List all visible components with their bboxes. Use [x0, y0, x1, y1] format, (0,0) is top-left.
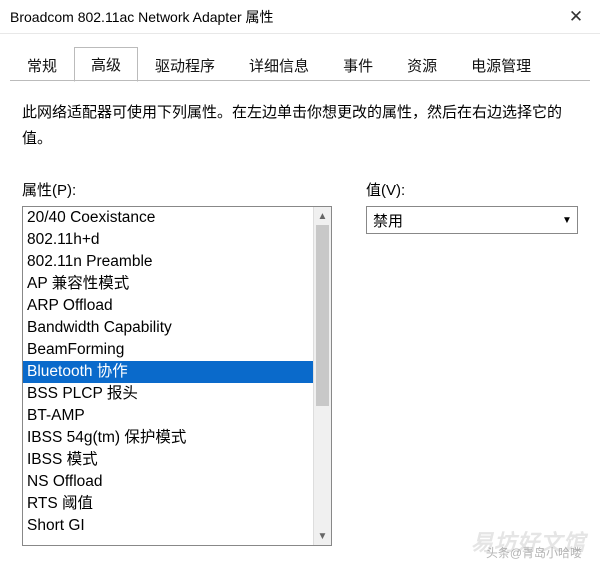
property-item[interactable]: BeamForming [23, 339, 313, 361]
property-item[interactable]: NS Offload [23, 471, 313, 493]
tab-underline [10, 80, 590, 81]
property-item[interactable]: ARP Offload [23, 295, 313, 317]
property-item[interactable]: AP 兼容性模式 [23, 273, 313, 295]
property-listbox[interactable]: 20/40 Coexistance802.11h+d802.11n Preamb… [22, 206, 332, 546]
window-title: Broadcom 802.11ac Network Adapter 属性 [10, 7, 274, 27]
description-text: 此网络适配器可使用下列属性。在左边单击你想更改的属性，然后在右边选择它的值。 [22, 100, 578, 151]
value-dropdown[interactable]: 禁用 ▼ [366, 206, 578, 234]
value-label: 值(V): [366, 179, 578, 200]
tab-3[interactable]: 详细信息 [232, 48, 326, 82]
property-item[interactable]: 20/40 Coexistance [23, 207, 313, 229]
scroll-down-icon[interactable]: ▼ [314, 527, 331, 545]
property-item[interactable]: 802.11h+d [23, 229, 313, 251]
tab-2[interactable]: 驱动程序 [138, 48, 232, 82]
property-item[interactable]: Short GI [23, 515, 313, 537]
property-item[interactable]: 802.11n Preamble [23, 251, 313, 273]
property-item[interactable]: Bluetooth 协作 [23, 361, 313, 383]
property-item[interactable]: BT-AMP [23, 405, 313, 427]
close-button[interactable]: ✕ [556, 2, 596, 32]
tab-strip: 常规高级驱动程序详细信息事件资源电源管理 [0, 34, 600, 81]
value-selected: 禁用 [367, 210, 557, 231]
chevron-down-icon: ▼ [557, 207, 577, 233]
scrollbar[interactable]: ▲ ▼ [313, 207, 331, 545]
tab-4[interactable]: 事件 [326, 48, 390, 82]
scroll-up-icon[interactable]: ▲ [314, 207, 331, 225]
property-label: 属性(P): [22, 179, 332, 200]
scroll-thumb[interactable] [316, 225, 329, 406]
property-item[interactable]: IBSS 模式 [23, 449, 313, 471]
tab-6[interactable]: 电源管理 [454, 48, 548, 82]
property-item[interactable]: RTS 阈值 [23, 493, 313, 515]
property-item[interactable]: IBSS 54g(tm) 保护模式 [23, 427, 313, 449]
tab-0[interactable]: 常规 [10, 48, 74, 82]
property-item[interactable]: BSS PLCP 报头 [23, 383, 313, 405]
tab-5[interactable]: 资源 [390, 48, 454, 82]
property-item[interactable]: Bandwidth Capability [23, 317, 313, 339]
tab-1[interactable]: 高级 [74, 47, 138, 82]
